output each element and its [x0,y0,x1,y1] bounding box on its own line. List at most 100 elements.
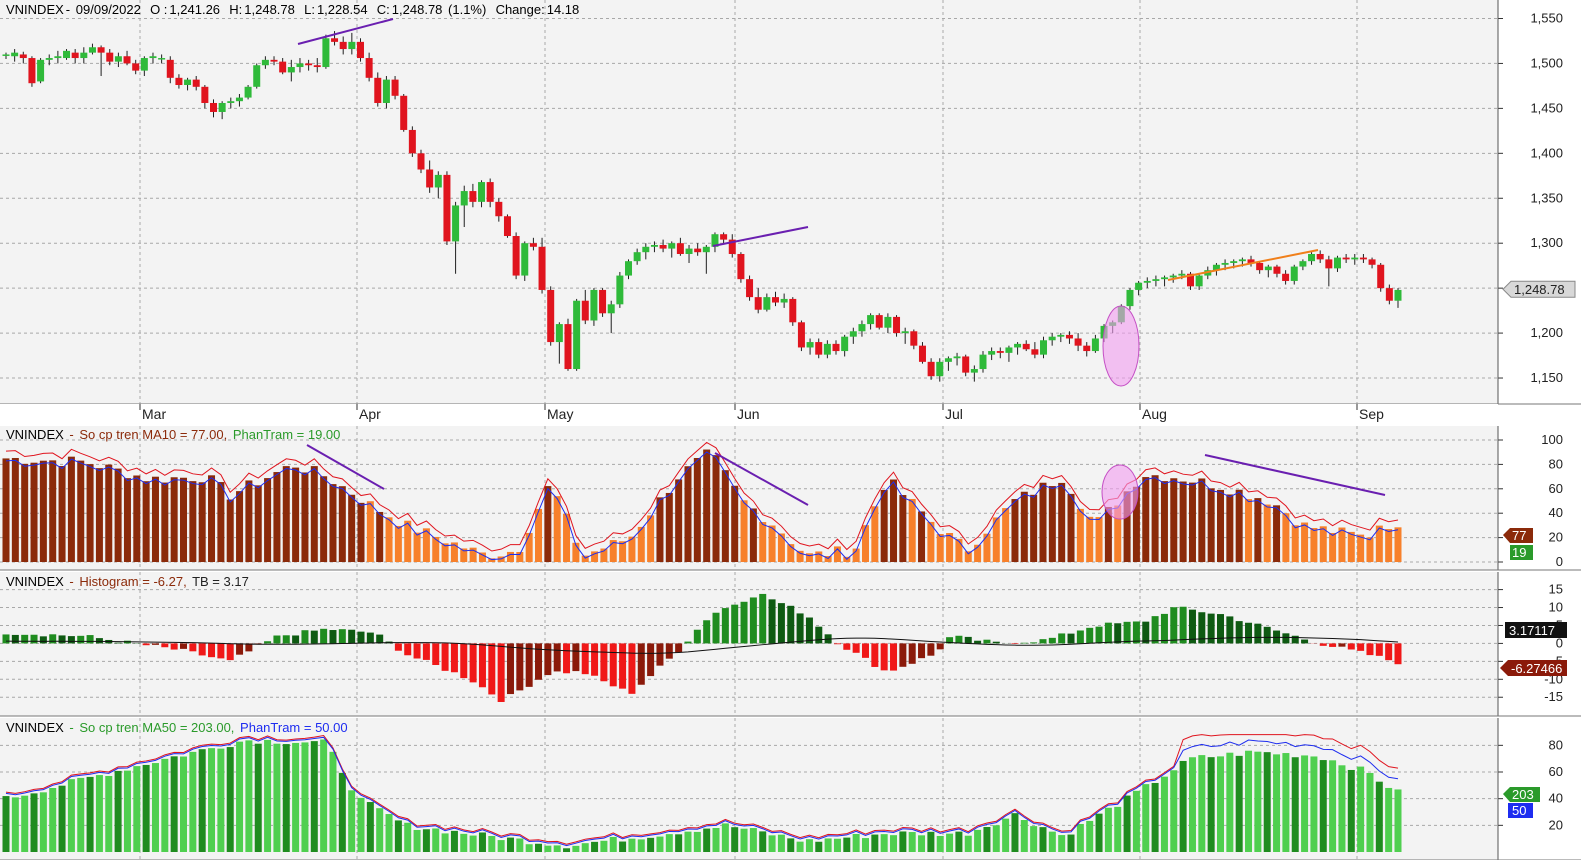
histogram-bar [516,643,524,691]
histogram-bar [1319,643,1327,646]
candle-body [175,77,183,86]
ma50-bar [170,756,178,852]
ma10-bar [1170,478,1178,562]
candle-body [270,59,278,62]
ma10-bar [703,449,711,562]
candle-body [305,63,313,66]
ma50-bar [394,820,402,852]
ma10-bar [1291,525,1299,562]
histogram-bar [1226,616,1234,644]
y-tick-label: 80 [1549,737,1563,752]
ma10-bar [67,456,75,562]
candle-body [529,243,537,247]
ma50-bar [497,840,505,852]
ma50-bar [245,740,253,852]
ma50-bar [282,744,290,852]
ma10-bar [180,477,188,562]
open-label: O : [150,2,168,17]
candle-body [227,101,235,103]
candle-body [201,86,209,103]
ma10-bar [254,485,262,562]
candle-body [927,361,935,377]
low-value: 1,228.54 [316,2,368,17]
ma50-bar [740,828,748,852]
candle-body [184,79,192,86]
ma50-bar [180,756,188,852]
histogram-bar [488,643,496,695]
ma10-bar [899,495,907,562]
candle-body [1074,338,1082,346]
ma10-bar [1263,504,1271,562]
ma50-bar [1160,776,1168,852]
ma50-bar [759,831,767,852]
histogram-bar [647,643,655,677]
candle-body [918,345,926,362]
ma50-bar [1245,750,1253,852]
ma10-bar [1011,499,1019,562]
histogram-bar [581,643,589,675]
candle-body [789,298,797,323]
candle-body [365,58,373,78]
histogram-bar [637,643,645,685]
ma50-bar [273,743,281,852]
ma10-bar [1385,529,1393,562]
highlight-ellipse [1101,464,1139,520]
ma10-bar [1207,488,1215,562]
histogram-bar [30,634,38,644]
histogram-bar [170,643,178,650]
ma50-bar [890,835,898,852]
ma50-bar [1273,754,1281,852]
ma10-bar [693,457,701,562]
ma50-bar [49,787,57,852]
ma50-bar [918,835,926,852]
candle-body [1368,259,1376,265]
ma50-bar [712,828,720,852]
y-tick-label: 1,350 [1530,190,1563,205]
histogram-bar [1188,609,1196,644]
histogram-bar [348,629,356,644]
candle-body [408,129,416,154]
ma50-bar [488,835,496,852]
y-tick-label: 1,500 [1530,55,1563,70]
ma10-bar [1020,491,1028,562]
ma50-bar [310,741,318,852]
ma10-bar [133,475,141,562]
histogram-bar [591,643,599,676]
ma50-bar [1385,787,1393,852]
histogram-bar [310,630,318,644]
candle-body [452,205,460,242]
histogram-bar [469,643,477,683]
candle-body [616,275,624,305]
ma50-bar [600,840,608,852]
ma50-bar [516,838,524,852]
x-tick-label: Apr [359,406,381,422]
candle-body [538,246,546,290]
ma50-bar [1347,769,1355,852]
histogram-bar [394,643,402,651]
candle-body [1195,275,1203,287]
histogram-bar [899,643,907,667]
candle-body [832,343,840,352]
y-tick-label: 80 [1549,456,1563,471]
ma10-panel-title: VNINDEX - So cp tren MA10 = 77.00, PhanT… [6,427,342,442]
ma50-bar [320,739,328,852]
ma50-bar [1188,757,1196,852]
histogram-bar [1263,626,1271,644]
ma50-bar [1179,760,1187,852]
ma50-bar [217,748,225,852]
histogram-bar [226,643,234,661]
histogram-bar [1142,621,1150,644]
ma10-bar [105,464,113,562]
plot-background [0,0,1498,404]
ma50-bar [432,828,440,852]
y-tick-label: 10 [1549,600,1563,615]
ma10-bar [1076,508,1084,562]
histogram-bar [114,642,122,644]
ma50-bar [198,749,206,852]
ma10-bar [2,458,10,562]
ma50-bar [1282,753,1290,852]
candle-body [374,77,382,103]
histogram-bar [301,630,309,644]
candle-body [1238,259,1246,262]
candle-body [1333,257,1341,269]
